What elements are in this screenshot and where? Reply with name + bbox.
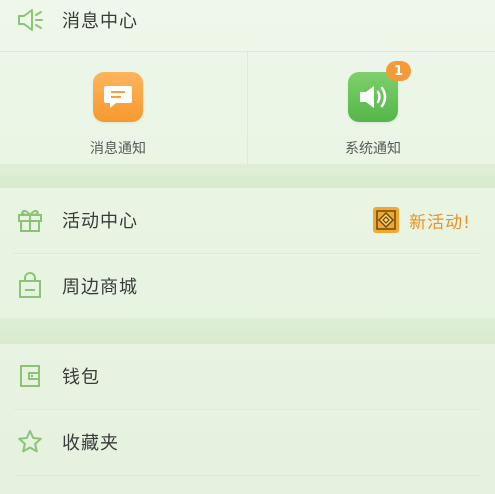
message-center-header: 消息中心 <box>0 0 495 52</box>
star-icon <box>16 428 44 456</box>
notification-grid: 消息通知 系统通知 <box>0 52 495 164</box>
new-activity-indicator: 新活动! <box>373 207 471 233</box>
shopping-bag-icon <box>16 272 44 300</box>
new-activity-text: 新活动! <box>409 212 471 233</box>
header-title: 消息中心 <box>62 11 138 32</box>
message-notification-tile[interactable]: 消息通知 <box>0 52 247 164</box>
favorites-label: 收藏夹 <box>62 433 119 454</box>
gift-icon <box>16 206 44 234</box>
megaphone-icon <box>16 6 44 34</box>
new-activity-icon <box>373 207 400 233</box>
merch-store-row[interactable]: 周边商城 <box>0 254 495 318</box>
favorites-divider <box>14 475 481 476</box>
activity-center-label: 活动中心 <box>62 211 138 232</box>
favorites-row[interactable]: 收藏夹 <box>0 410 495 474</box>
message-notification-label: 消息通知 <box>90 141 146 157</box>
wallet-label: 钱包 <box>62 367 100 388</box>
section-separator-2 <box>0 318 495 344</box>
unread-badge: 1 <box>386 61 411 81</box>
wallet-icon <box>16 362 44 390</box>
wallet-row[interactable]: 钱包 <box>0 344 495 408</box>
merch-store-label: 周边商城 <box>62 277 138 298</box>
chat-bubble-icon <box>93 72 143 122</box>
system-notification-label: 系统通知 <box>345 141 401 157</box>
system-notification-tile[interactable]: 系统通知 <box>248 52 495 164</box>
section-separator <box>0 164 495 188</box>
message-center-screen: 消息中心 消息通知 系统通知 1 活动中心 新活动! 周边商城 钱包 收藏夹 <box>0 0 495 494</box>
activity-center-row[interactable]: 活动中心 新活动! <box>0 188 495 252</box>
